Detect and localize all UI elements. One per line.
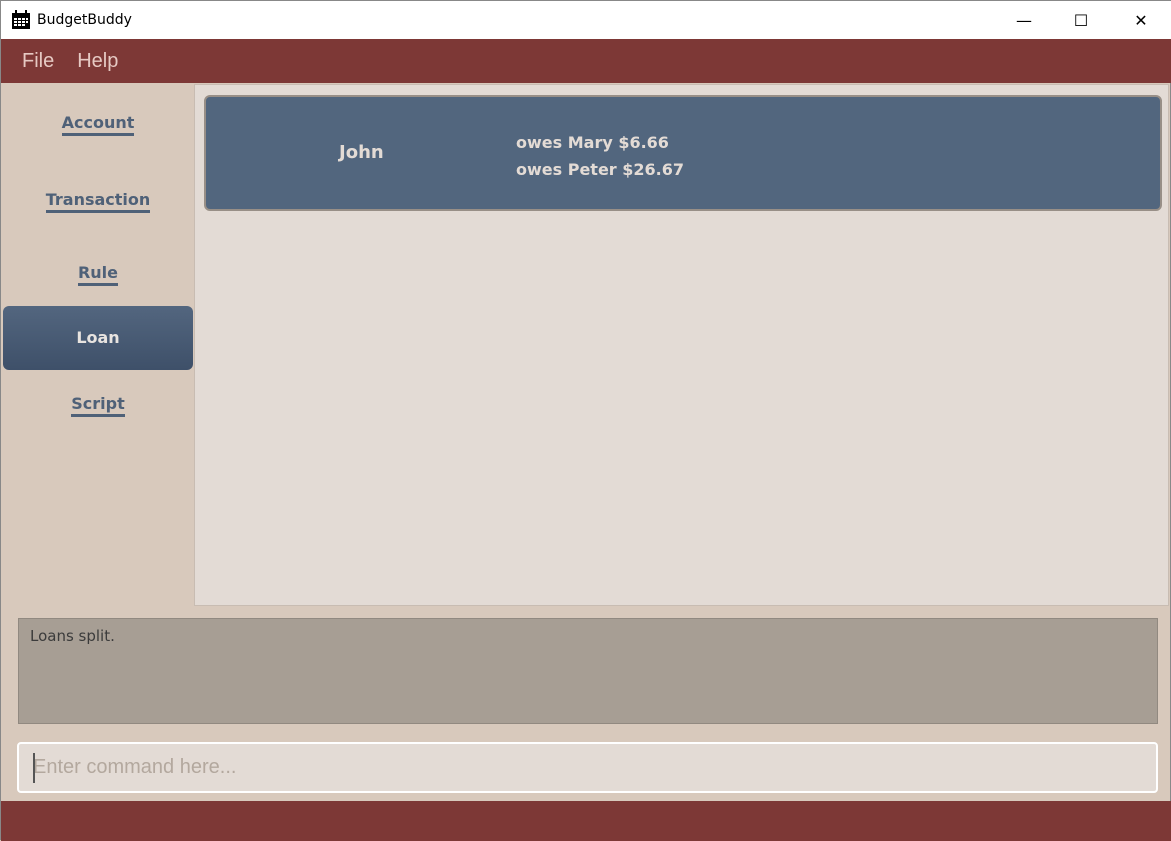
title-bar: BudgetBuddy — ☐ ✕ [1,1,1171,39]
command-input[interactable]: Enter command here... [17,742,1158,793]
result-display: Loans split. [18,618,1158,724]
status-bar [1,801,1171,841]
sidebar: Account Transaction Rule Loan Script [1,84,194,606]
close-button[interactable]: ✕ [1118,1,1164,39]
debt-entry: owes Peter $26.67 [516,160,684,179]
menu-bar: File Help [1,39,1171,83]
sidebar-item-loan[interactable]: Loan [3,306,193,370]
menu-help[interactable]: Help [77,50,118,73]
minimize-button[interactable]: — [1001,1,1047,39]
sidebar-item-label: Account [61,113,135,136]
loan-list: John owes Mary $6.66 owes Peter $26.67 [194,84,1169,606]
calendar-icon [12,10,30,29]
sidebar-item-account[interactable]: Account [3,92,193,156]
sidebar-item-script[interactable]: Script [3,373,193,437]
window-title: BudgetBuddy [37,12,132,28]
menu-file[interactable]: File [22,50,54,73]
debtor-name: John [339,142,384,163]
sidebar-item-label: Rule [77,263,119,286]
loan-card[interactable]: John owes Mary $6.66 owes Peter $26.67 [204,95,1162,211]
sidebar-item-label: Script [71,394,125,417]
sidebar-item-label: Loan [76,328,120,347]
sidebar-item-label: Transaction [45,190,151,213]
debt-entry: owes Mary $6.66 [516,133,669,152]
sidebar-item-rule[interactable]: Rule [3,242,193,306]
sidebar-item-transaction[interactable]: Transaction [3,169,193,233]
maximize-button[interactable]: ☐ [1058,1,1104,39]
command-placeholder: Enter command here... [33,756,237,778]
